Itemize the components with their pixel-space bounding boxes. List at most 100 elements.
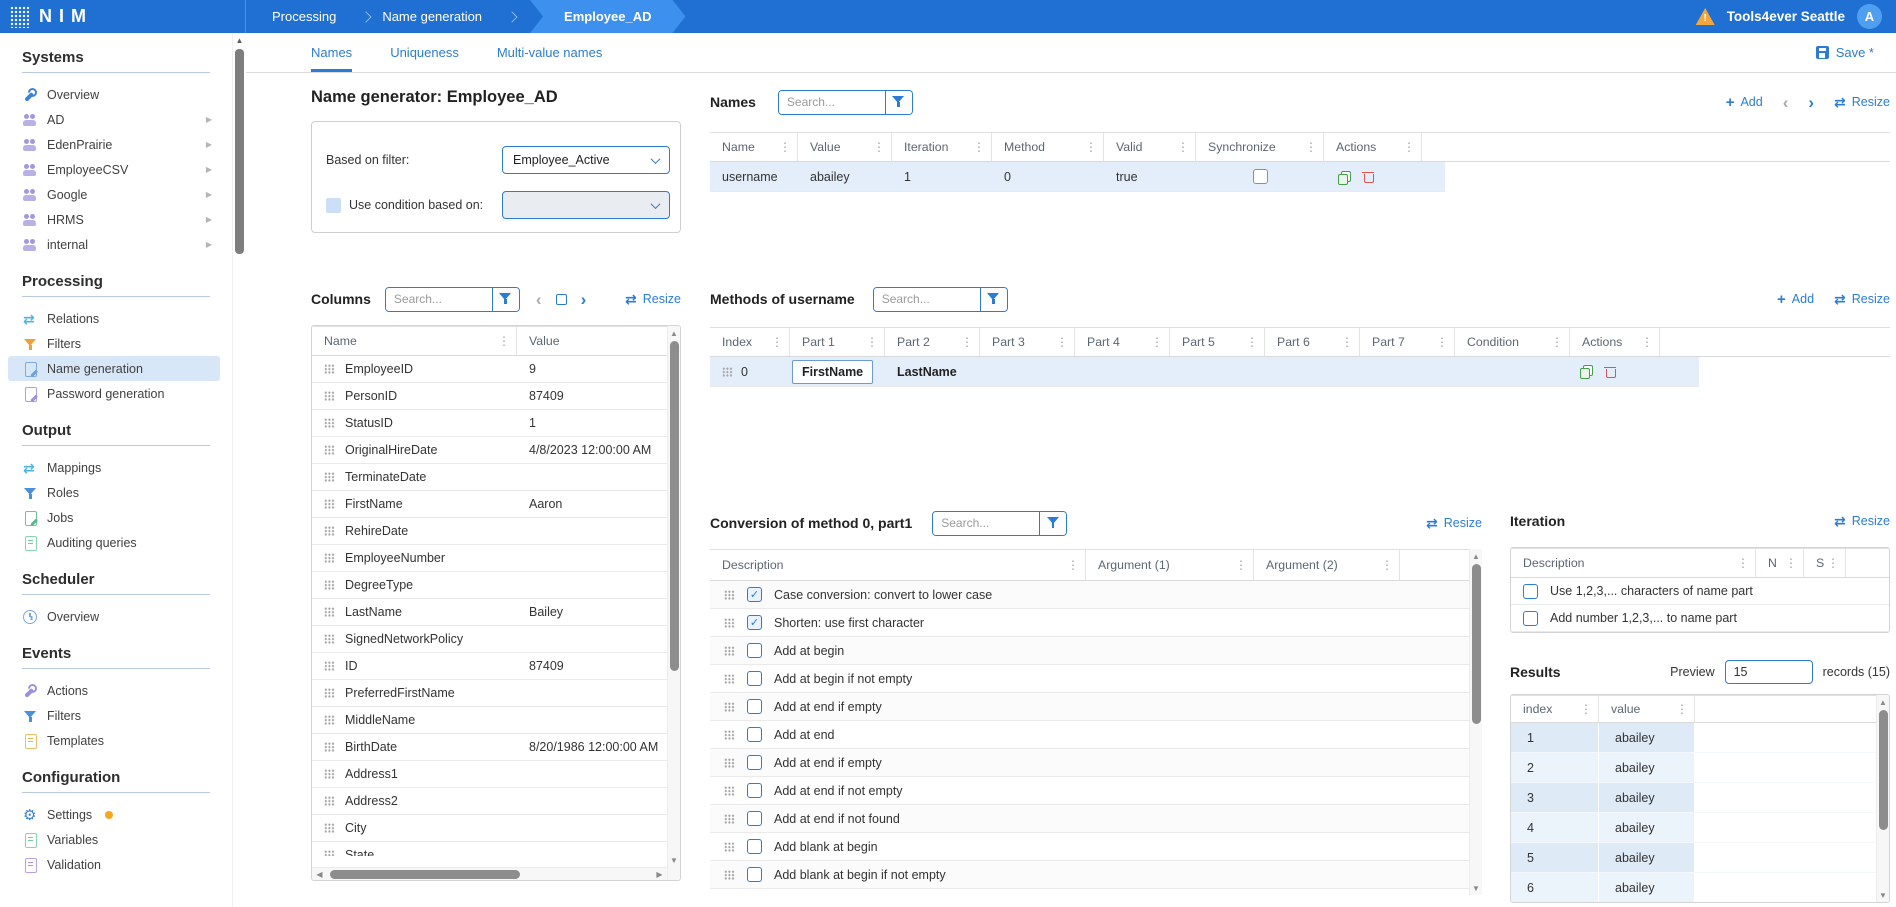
filter-button[interactable] (1039, 512, 1066, 535)
drag-handle-icon[interactable] (324, 742, 335, 752)
search-input[interactable] (874, 288, 980, 311)
drag-handle-icon[interactable] (324, 418, 335, 428)
sidebar-item[interactable]: Password generation ▶ (8, 381, 220, 406)
vertical-scrollbar[interactable]: ▲ ▼ (1469, 549, 1482, 895)
synchronize-checkbox[interactable] (1253, 169, 1268, 184)
scroll-up-icon[interactable]: ▲ (1877, 696, 1889, 708)
drag-handle-icon[interactable] (724, 870, 735, 880)
column-menu-icon[interactable]: ⋮ (1235, 559, 1247, 571)
sidebar-item[interactable]: Mappings ▶ (8, 455, 220, 480)
preview-count-input[interactable] (1725, 660, 1813, 684)
drag-handle-icon[interactable] (324, 607, 335, 617)
tenant-name[interactable]: Tools4ever Seattle (1727, 9, 1845, 24)
scrollbar-thumb[interactable] (235, 49, 244, 254)
sidebar-item[interactable]: Actions ▶ (8, 678, 220, 703)
copy-icon[interactable] (1580, 365, 1592, 377)
columns-table-row[interactable]: RehireDate (312, 518, 667, 545)
scroll-down-icon[interactable]: ▼ (1470, 882, 1482, 894)
results-row[interactable]: 3 abailey (1511, 783, 1876, 813)
sidebar-item[interactable]: EdenPrairie ▶ (8, 132, 220, 157)
column-menu-icon[interactable]: ⋮ (1151, 336, 1163, 348)
column-menu-icon[interactable]: ⋮ (1067, 559, 1079, 571)
column-menu-icon[interactable]: ⋮ (1551, 336, 1563, 348)
conversion-checkbox[interactable] (747, 699, 762, 714)
columns-table-row[interactable]: City (312, 815, 667, 842)
main-tab[interactable]: Names (311, 33, 352, 72)
column-menu-icon[interactable]: ⋮ (961, 336, 973, 348)
conversion-row[interactable]: Add at end if empty (710, 693, 1469, 721)
columns-table-row[interactable]: Address2 (312, 788, 667, 815)
sidebar-item[interactable]: Settings ▶ (8, 802, 220, 827)
conversion-row[interactable]: Add at end if empty (710, 749, 1469, 777)
vertical-scrollbar[interactable]: ▲ ▼ (1876, 695, 1889, 902)
breadcrumb-tab[interactable]: Employee_AD (530, 0, 685, 33)
conversion-checkbox[interactable] (747, 755, 762, 770)
column-menu-icon[interactable]: ⋮ (1676, 703, 1688, 715)
column-menu-icon[interactable]: ⋮ (1641, 336, 1653, 348)
conversion-row[interactable]: Add at end (710, 721, 1469, 749)
drag-handle-icon[interactable] (724, 758, 735, 768)
column-menu-icon[interactable]: ⋮ (1436, 336, 1448, 348)
column-menu-icon[interactable]: ⋮ (1381, 559, 1393, 571)
scroll-up-icon[interactable]: ▲ (668, 327, 680, 339)
conversion-row[interactable]: Shorten: use first character (710, 609, 1469, 637)
scroll-up-icon[interactable]: ▲ (1470, 550, 1482, 562)
scroll-up-icon[interactable]: ▲ (233, 36, 246, 45)
drag-handle-icon[interactable] (724, 674, 735, 684)
chevron-right-icon[interactable]: ▶ (206, 140, 212, 149)
main-tab[interactable]: Uniqueness (390, 33, 459, 72)
columns-table-row[interactable]: PersonID 87409 (312, 383, 667, 410)
drag-handle-icon[interactable] (324, 580, 335, 590)
next-page-button[interactable]: › (1808, 94, 1814, 111)
horizontal-scrollbar[interactable]: ◀ ▶ (312, 867, 667, 880)
sidebar-item[interactable]: Name generation ▶ (8, 356, 220, 381)
drag-handle-icon[interactable] (722, 367, 733, 377)
prev-page-button[interactable]: ‹ (1783, 94, 1789, 111)
drag-handle-icon[interactable] (724, 618, 735, 628)
sidebar-item[interactable]: Variables ▶ (8, 827, 220, 852)
columns-table-row[interactable]: SignedNetworkPolicy (312, 626, 667, 653)
column-menu-icon[interactable]: ⋮ (771, 336, 783, 348)
drag-handle-icon[interactable] (724, 646, 735, 656)
resize-button[interactable]: ⇄Resize (1834, 292, 1890, 306)
breadcrumb-tab[interactable]: Name generation (376, 0, 522, 33)
avatar[interactable]: A (1857, 4, 1882, 29)
iteration-row[interactable]: Add number 1,2,3,... to name part (1511, 605, 1889, 632)
results-row[interactable]: 2 abailey (1511, 753, 1876, 783)
chevron-right-icon[interactable]: ▶ (206, 240, 212, 249)
chevron-right-icon[interactable]: ▶ (206, 165, 212, 174)
iteration-row[interactable]: Use 1,2,3,... characters of name part (1511, 578, 1889, 605)
column-menu-icon[interactable]: ⋮ (1341, 336, 1353, 348)
scroll-down-icon[interactable]: ▼ (1877, 889, 1889, 901)
sidebar-item[interactable]: Relations ▶ (8, 306, 220, 331)
chevron-right-icon[interactable]: ▶ (206, 215, 212, 224)
main-tab[interactable]: Multi-value names (497, 33, 603, 72)
columns-table-row[interactable]: EmployeeID 9 (312, 356, 667, 383)
conversion-checkbox[interactable] (747, 587, 762, 602)
results-row[interactable]: 1 abailey (1511, 723, 1876, 753)
conversion-checkbox[interactable] (747, 811, 762, 826)
column-menu-icon[interactable]: ⋮ (1246, 336, 1258, 348)
drag-handle-icon[interactable] (324, 553, 335, 563)
columns-table-row[interactable]: ID 87409 (312, 653, 667, 680)
iteration-checkbox[interactable] (1523, 611, 1538, 626)
names-table-row[interactable]: username abailey 1 0 true (710, 162, 1445, 192)
results-row[interactable]: 6 abailey (1511, 873, 1876, 903)
page-indicator-icon[interactable] (556, 294, 567, 305)
search-input[interactable] (779, 91, 885, 114)
results-row[interactable]: 4 abailey (1511, 813, 1876, 843)
sidebar-item[interactable]: EmployeeCSV ▶ (8, 157, 220, 182)
search-input[interactable] (386, 288, 492, 311)
filter-button[interactable] (492, 288, 519, 311)
column-menu-icon[interactable]: ⋮ (866, 336, 878, 348)
breadcrumb-tab[interactable]: Processing (266, 0, 376, 33)
app-logo[interactable]: NIM (0, 0, 246, 33)
column-menu-icon[interactable]: ⋮ (1085, 141, 1097, 153)
columns-table-row[interactable]: LastName Bailey (312, 599, 667, 626)
sidebar-item[interactable]: Overview ▶ (8, 82, 220, 107)
sidebar-item[interactable]: Validation ▶ (8, 852, 220, 877)
conversion-checkbox[interactable] (747, 643, 762, 658)
conversion-row[interactable]: Case conversion: convert to lower case (710, 581, 1469, 609)
sidebar-item[interactable]: Auditing queries ▶ (8, 530, 220, 555)
column-menu-icon[interactable]: ⋮ (1403, 141, 1415, 153)
